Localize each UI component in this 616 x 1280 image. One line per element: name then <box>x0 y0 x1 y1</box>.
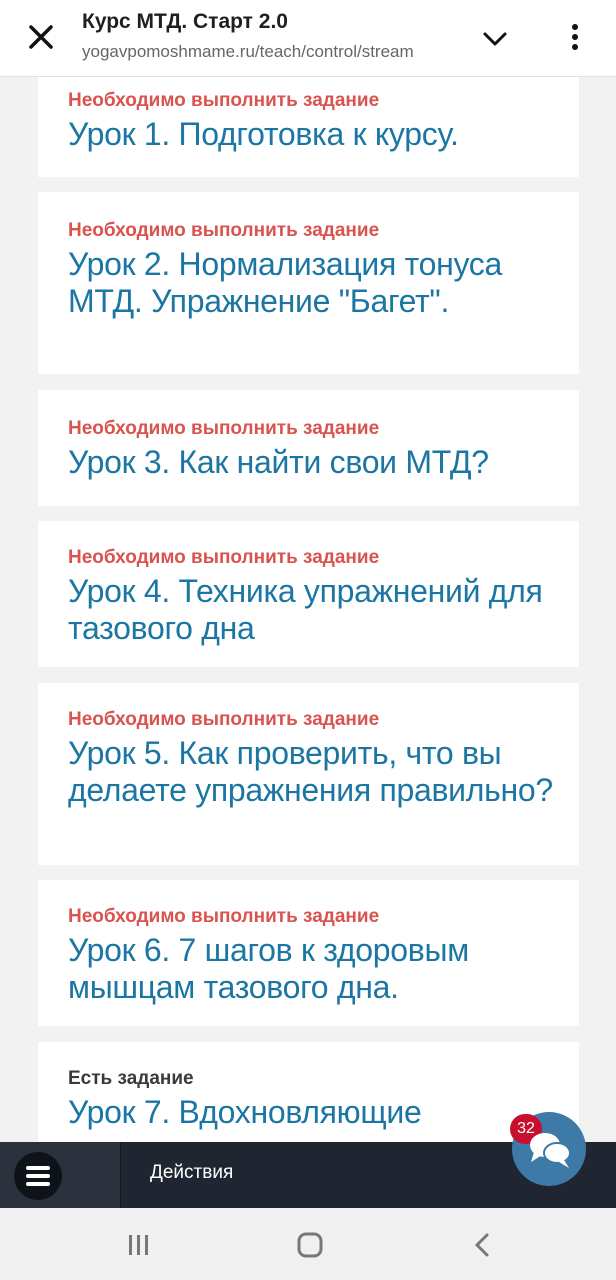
chevron-down-icon[interactable] <box>480 24 510 54</box>
lesson-card-6[interactable]: Необходимо выполнить задание Урок 6. 7 ш… <box>38 880 579 1026</box>
lesson-status: Необходимо выполнить задание <box>68 906 380 927</box>
lesson-title[interactable]: Урок 6. 7 шагов к здоровым мышцам тазово… <box>68 932 558 1006</box>
lesson-card-7[interactable]: Есть задание Урок 7. Вдохновляющие <box>38 1042 579 1142</box>
lesson-card-3[interactable]: Необходимо выполнить задание Урок 3. Как… <box>38 390 579 506</box>
menu-button[interactable] <box>14 1152 62 1200</box>
page-url[interactable]: yogavpomoshmame.ru/teach/control/stream <box>82 42 452 62</box>
lesson-status: Необходимо выполнить задание <box>68 547 380 568</box>
back-icon[interactable] <box>468 1230 498 1260</box>
lesson-title[interactable]: Урок 1. Подготовка к курсу. <box>68 116 558 153</box>
browser-toolbar: Курс МТД. Старт 2.0 yogavpomoshmame.ru/t… <box>0 0 616 77</box>
recent-apps-icon[interactable] <box>124 1230 154 1260</box>
more-options-icon[interactable] <box>562 20 588 54</box>
lesson-title[interactable]: Урок 7. Вдохновляющие <box>68 1094 558 1131</box>
lesson-status: Необходимо выполнить задание <box>68 709 380 730</box>
system-nav-bar <box>0 1208 616 1280</box>
lesson-card-1[interactable]: Необходимо выполнить задание Урок 1. Под… <box>38 76 579 177</box>
lesson-status: Есть задание <box>68 1068 194 1089</box>
lesson-status: Необходимо выполнить задание <box>68 418 380 439</box>
hamburger-icon <box>26 1166 50 1170</box>
lesson-card-2[interactable]: Необходимо выполнить задание Урок 2. Нор… <box>38 192 579 374</box>
lesson-status: Необходимо выполнить задание <box>68 90 380 111</box>
lesson-title[interactable]: Урок 3. Как найти свои МТД? <box>68 444 558 481</box>
chat-button[interactable]: 32 <box>510 1112 586 1186</box>
lesson-card-5[interactable]: Необходимо выполнить задание Урок 5. Как… <box>38 683 579 865</box>
lesson-list: Необходимо выполнить задание Урок 1. Под… <box>0 76 616 1142</box>
lesson-title[interactable]: Урок 4. Техника упражнений для тазового … <box>68 573 558 647</box>
lesson-card-4[interactable]: Необходимо выполнить задание Урок 4. Тех… <box>38 521 579 667</box>
lesson-title[interactable]: Урок 2. Нормализация тонуса МТД. Упражне… <box>68 246 558 320</box>
page-title: Курс МТД. Старт 2.0 <box>82 10 288 33</box>
home-icon[interactable] <box>295 1230 325 1260</box>
chat-bubbles-icon <box>530 1133 571 1168</box>
actions-label[interactable]: Действия <box>150 1162 233 1184</box>
close-icon[interactable] <box>24 20 58 54</box>
lesson-status: Необходимо выполнить задание <box>68 220 380 241</box>
lesson-title[interactable]: Урок 5. Как проверить, что вы делаете уп… <box>68 735 558 809</box>
